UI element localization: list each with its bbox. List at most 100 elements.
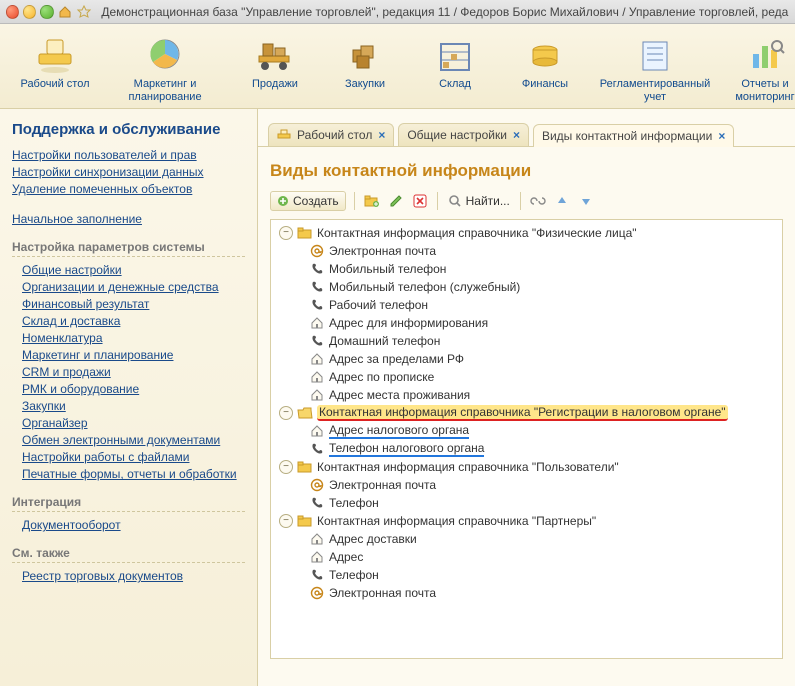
sb-link-initial-fill[interactable]: Начальное заполнение	[12, 212, 245, 226]
tree-folder[interactable]: −Контактная информация справочника "Физи…	[271, 224, 782, 242]
tab-desktop[interactable]: Рабочий стол ×	[268, 123, 394, 146]
tab-general-label: Общие настройки	[407, 128, 507, 142]
main-area: Рабочий стол × Общие настройки × Виды ко…	[258, 109, 795, 686]
folder-open-icon	[297, 405, 313, 421]
toolbar-warehouse[interactable]: Склад	[410, 30, 500, 104]
tree-item[interactable]: Телефон	[271, 566, 782, 584]
home-icon	[309, 549, 325, 565]
sb-link-orgs[interactable]: Организации и денежные средства	[22, 280, 245, 294]
collapse-icon[interactable]: −	[279, 514, 293, 528]
tree-item[interactable]: Домашний телефон	[271, 332, 782, 350]
toolbar-marketing[interactable]: Маркетинг и планирование	[100, 30, 230, 104]
sb-link-general[interactable]: Общие настройки	[22, 263, 245, 277]
delete-icon[interactable]	[411, 192, 429, 210]
move-up-icon[interactable]	[553, 192, 571, 210]
toolbar-separator	[354, 192, 355, 210]
tree-item[interactable]: Мобильный телефон	[271, 260, 782, 278]
toolbar-regulated-label: Регламентированный учет	[592, 78, 718, 104]
home-icon	[309, 387, 325, 403]
tree-item-label: Электронная почта	[329, 478, 436, 492]
tree-item[interactable]: Телефон	[271, 494, 782, 512]
tree-item[interactable]: Мобильный телефон (служебный)	[271, 278, 782, 296]
tree-item[interactable]: Рабочий телефон	[271, 296, 782, 314]
page-heading: Виды контактной информации	[270, 161, 783, 181]
tab-general-settings[interactable]: Общие настройки ×	[398, 123, 529, 146]
tree-item-label: Адрес налогового органа	[329, 423, 469, 439]
tab-general-close[interactable]: ×	[513, 128, 520, 142]
sb-link-purchases[interactable]: Закупки	[22, 399, 245, 413]
sb-link-marketing[interactable]: Маркетинг и планирование	[22, 348, 245, 362]
star-icon[interactable]	[76, 4, 91, 20]
sb-params-list: Общие настройки Организации и денежные с…	[12, 263, 245, 481]
new-folder-icon[interactable]	[363, 192, 381, 210]
toolbar-purchases-label: Закупки	[322, 78, 408, 91]
tab-contact-types[interactable]: Виды контактной информации ×	[533, 124, 734, 147]
move-down-icon[interactable]	[577, 192, 595, 210]
regulated-icon	[592, 34, 718, 78]
toolbar-desktop[interactable]: Рабочий стол	[10, 30, 100, 104]
toolbar-finance[interactable]: Финансы	[500, 30, 590, 104]
sb-link-finresult[interactable]: Финансовый результат	[22, 297, 245, 311]
tree-item[interactable]: Адрес	[271, 548, 782, 566]
tree-item-label: Адрес по прописке	[329, 370, 434, 384]
sb-link-organizer[interactable]: Органайзер	[22, 416, 245, 430]
sb-section-integration: Интеграция	[12, 495, 245, 512]
tree-folder[interactable]: −Контактная информация справочника "Поль…	[271, 458, 782, 476]
page-toolbar: Создать Найти...	[270, 191, 783, 211]
tree-item[interactable]: Электронная почта	[271, 242, 782, 260]
tab-bar: Рабочий стол × Общие настройки × Виды ко…	[258, 117, 795, 147]
tree-item[interactable]: Адрес доставки	[271, 530, 782, 548]
sb-link-user-rights[interactable]: Настройки пользователей и прав	[12, 148, 245, 162]
sb-link-warehouse[interactable]: Склад и доставка	[22, 314, 245, 328]
tree-item[interactable]: Адрес для информирования	[271, 314, 782, 332]
link-icon[interactable]	[529, 192, 547, 210]
finance-icon	[502, 34, 588, 78]
phone-icon	[309, 567, 325, 583]
tree-folder[interactable]: −Контактная информация справочника "Парт…	[271, 512, 782, 530]
folder-icon	[297, 459, 313, 475]
sb-link-trade-registry[interactable]: Реестр торговых документов	[22, 569, 245, 583]
toolbar-regulated[interactable]: Регламентированный учет	[590, 30, 720, 104]
collapse-icon[interactable]: −	[279, 460, 293, 474]
sb-link-crm[interactable]: CRM и продажи	[22, 365, 245, 379]
tree-item-label: Рабочий телефон	[329, 298, 428, 312]
collapse-icon[interactable]: −	[279, 406, 293, 420]
tree-item[interactable]: Электронная почта	[271, 584, 782, 602]
tree-item[interactable]: Адрес налогового органа	[271, 422, 782, 440]
sb-link-nomenclature[interactable]: Номенклатура	[22, 331, 245, 345]
sb-link-sync[interactable]: Настройки синхронизации данных	[12, 165, 245, 179]
tab-contact-close[interactable]: ×	[718, 129, 725, 143]
window-max-btn[interactable]	[40, 5, 53, 19]
tree-item[interactable]: Адрес по прописке	[271, 368, 782, 386]
home-icon[interactable]	[58, 4, 73, 20]
collapse-icon[interactable]: −	[279, 226, 293, 240]
sb-link-delete-marked[interactable]: Удаление помеченных объектов	[12, 182, 245, 196]
tree-item[interactable]: Электронная почта	[271, 476, 782, 494]
tree-item-label: Электронная почта	[329, 586, 436, 600]
sb-link-files[interactable]: Настройки работы с файлами	[22, 450, 245, 464]
tree-item[interactable]: Адрес места проживания	[271, 386, 782, 404]
sb-link-edocs[interactable]: Обмен электронными документами	[22, 433, 245, 447]
tree-view[interactable]: −Контактная информация справочника "Физи…	[270, 219, 783, 659]
toolbar-reports[interactable]: Отчеты и мониторинг	[720, 30, 795, 104]
tab-desktop-close[interactable]: ×	[378, 128, 385, 142]
window-min-btn[interactable]	[23, 5, 36, 19]
find-button[interactable]: Найти...	[446, 192, 512, 210]
sb-link-rmk[interactable]: РМК и оборудование	[22, 382, 245, 396]
sidebar: Поддержка и обслуживание Настройки польз…	[0, 109, 258, 686]
tree-item[interactable]: Адрес за пределами РФ	[271, 350, 782, 368]
tree-folder[interactable]: −Контактная информация справочника "Реги…	[271, 404, 782, 422]
home-icon	[309, 351, 325, 367]
purchases-icon	[322, 34, 408, 78]
phone-icon	[309, 495, 325, 511]
create-button[interactable]: Создать	[270, 191, 346, 211]
toolbar-sales[interactable]: Продажи	[230, 30, 320, 104]
edit-icon[interactable]	[387, 192, 405, 210]
toolbar-purchases[interactable]: Закупки	[320, 30, 410, 104]
window-close-btn[interactable]	[6, 5, 19, 19]
sb-link-printforms[interactable]: Печатные формы, отчеты и обработки	[22, 467, 245, 481]
sb-link-docflow[interactable]: Документооборот	[22, 518, 245, 532]
reports-icon	[722, 34, 795, 78]
tree-item[interactable]: Телефон налогового органа	[271, 440, 782, 458]
search-icon	[448, 194, 462, 208]
